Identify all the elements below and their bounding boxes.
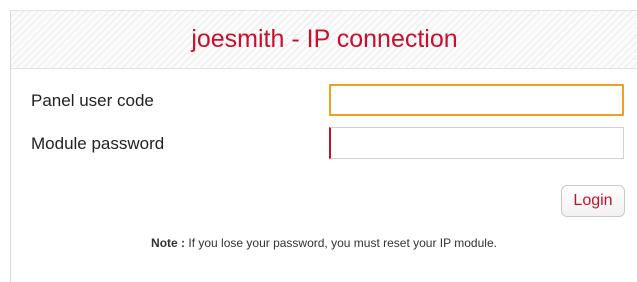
panel-user-code-label: Panel user code: [31, 91, 154, 110]
login-page: joesmith - IP connection Panel user code…: [0, 0, 637, 282]
panel-user-code-input[interactable]: [329, 84, 624, 116]
note-label: Note :: [151, 236, 186, 250]
ip-connection-panel: joesmith - IP connection Panel user code…: [10, 10, 637, 282]
note-text: If you lose your password, you must rese…: [185, 236, 497, 250]
module-password-input[interactable]: [329, 127, 624, 159]
page-title: joesmith - IP connection: [191, 25, 458, 53]
module-password-label: Module password: [31, 134, 165, 153]
password-note: Note : If you lose your password, you mu…: [11, 235, 637, 251]
login-button[interactable]: Login: [561, 185, 625, 217]
title-bar: joesmith - IP connection: [11, 11, 637, 69]
